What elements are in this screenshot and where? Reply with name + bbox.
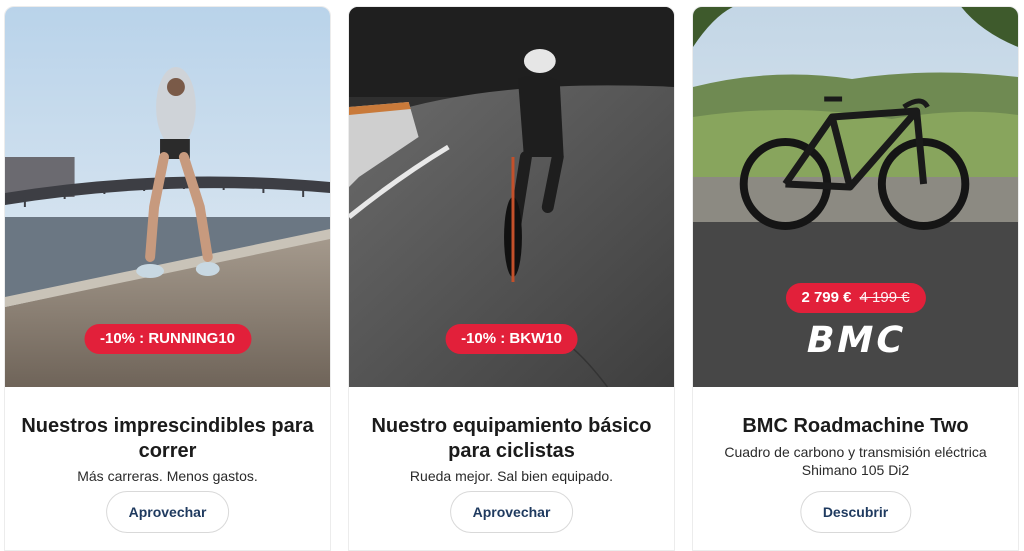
cycling-hero-image[interactable]: -10% : BKW10 — [349, 7, 674, 387]
product-card-bmc[interactable]: 2 799 € 4 199 € BMC BMC Roadmachine Two C… — [692, 6, 1019, 551]
card-content: BMC Roadmachine Two Cuadro de carbono y … — [693, 387, 1018, 550]
card-title: Nuestro equipamiento básico para ciclist… — [371, 415, 652, 462]
card-subtitle: Cuadro de carbono y transmisión eléctric… — [724, 444, 987, 478]
running-hero-image[interactable]: -10% : RUNNING10 — [5, 7, 330, 387]
aprovechar-button[interactable]: Aprovechar — [449, 491, 574, 533]
promo-code-badge: -10% : BKW10 — [445, 324, 578, 354]
price-badge: 2 799 € 4 199 € — [785, 283, 926, 313]
current-price: 2 799 € — [801, 289, 852, 306]
bmc-hero-image[interactable]: 2 799 € 4 199 € BMC — [693, 7, 1018, 387]
card-content: Nuestro equipamiento básico para ciclist… — [349, 387, 674, 550]
card-subtitle: Más carreras. Menos gastos. — [77, 468, 258, 484]
aprovechar-button[interactable]: Aprovechar — [105, 491, 230, 533]
card-title: BMC Roadmachine Two — [742, 415, 969, 437]
card-subtitle: Rueda mejor. Sal bien equipado. — [409, 468, 614, 484]
bmc-logo: BMC — [801, 320, 910, 361]
original-price: 4 199 € — [859, 289, 910, 306]
promo-code-badge: -10% : RUNNING10 — [83, 324, 252, 354]
descubrir-button[interactable]: Descubrir — [799, 491, 912, 533]
promo-card-running[interactable]: -10% : RUNNING10 Nuestros imprescindible… — [4, 6, 331, 551]
card-content: Nuestros imprescindibles para correr Más… — [5, 387, 330, 550]
card-title: Nuestros imprescindibles para correr — [21, 415, 314, 462]
promo-card-cycling[interactable]: -10% : BKW10 Nuestro equipamiento básico… — [348, 6, 675, 551]
